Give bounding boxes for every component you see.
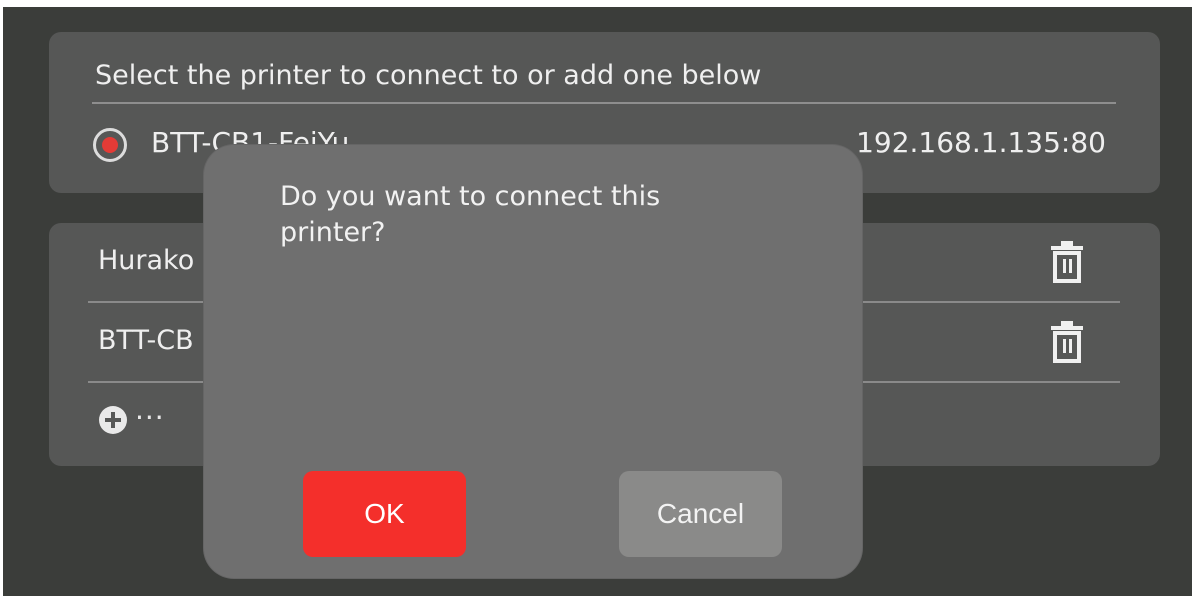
- ok-button[interactable]: OK: [303, 471, 466, 557]
- selected-printer-address: 192.168.1.135:80: [856, 126, 1106, 159]
- dialog-message: Do you want to connect this printer?: [280, 181, 661, 248]
- screen: Select the printer to connect to or add …: [3, 7, 1192, 596]
- add-printer-dots: ···: [135, 401, 165, 434]
- trash-icon[interactable]: [1049, 241, 1085, 283]
- trash-icon[interactable]: [1049, 321, 1085, 363]
- connect-dialog: Do you want to connect this printer? OK …: [204, 145, 862, 578]
- cancel-button[interactable]: Cancel: [619, 471, 782, 557]
- printer-select-header: Select the printer to connect to or add …: [95, 60, 762, 91]
- add-printer-button[interactable]: ···: [99, 401, 183, 437]
- printer-radio-selected[interactable]: [93, 128, 127, 162]
- header-divider: [92, 102, 1116, 104]
- saved-printer-name[interactable]: BTT-CB: [98, 325, 194, 356]
- saved-printer-name[interactable]: Hurako: [98, 245, 194, 276]
- plus-circle-icon: [99, 406, 127, 434]
